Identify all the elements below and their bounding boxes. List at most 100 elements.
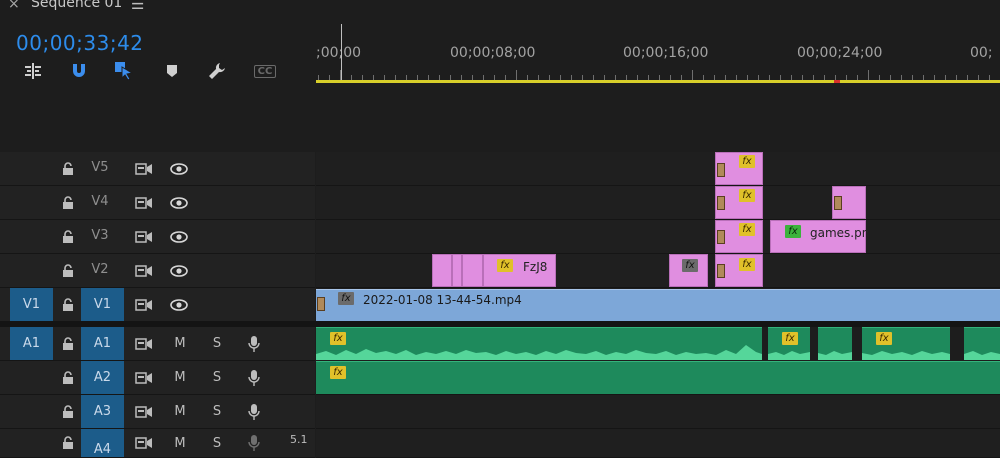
eye-icon[interactable]	[168, 288, 190, 321]
snap-magnet-icon[interactable]	[68, 60, 90, 82]
captions-cc-icon[interactable]: CC	[252, 60, 278, 82]
track-lane-a4[interactable]	[316, 429, 1000, 458]
track-header-v2: V2	[0, 254, 315, 288]
clip-thumbnail-icon	[834, 196, 842, 210]
sync-lock-icon[interactable]	[134, 288, 154, 321]
panel-menu-icon[interactable]: ☰	[131, 0, 144, 13]
fx-badge: fx	[682, 259, 698, 272]
audio-clip-a2[interactable]	[316, 361, 1000, 394]
fx-badge: fx	[739, 189, 755, 202]
track-lane-v3[interactable]	[316, 220, 1000, 254]
playhead-timecode[interactable]: 00;00;33;42	[16, 31, 144, 55]
captions-cc-label: CC	[253, 64, 277, 78]
voice-over-mic-icon[interactable]	[245, 327, 263, 360]
mute-button[interactable]: M	[172, 395, 188, 428]
track-name-a4[interactable]: A4	[81, 429, 124, 457]
sequence-tab-header	[0, 0, 1000, 22]
mute-button[interactable]: M	[172, 429, 188, 457]
solo-button[interactable]: S	[209, 395, 225, 428]
graphic-clip-v2-b[interactable]	[452, 254, 462, 287]
lock-icon[interactable]	[60, 395, 76, 428]
voice-over-mic-icon[interactable]	[245, 361, 263, 394]
track-header-a2: A2 M S	[0, 361, 315, 395]
fx-badge: fx	[739, 155, 755, 168]
track-name-v4[interactable]: V4	[79, 194, 121, 209]
clip-thumbnail-icon	[717, 163, 725, 177]
eye-icon[interactable]	[168, 186, 190, 219]
audio-waveform	[818, 351, 852, 360]
track-name-v1[interactable]: V1	[81, 288, 124, 321]
track-name-v2[interactable]: V2	[79, 262, 121, 277]
playhead[interactable]	[341, 24, 342, 81]
clip-title-games: games.pn	[810, 226, 870, 240]
sequence-tab-title[interactable]: Sequence 01	[31, 0, 122, 11]
work-area-bar[interactable]	[316, 80, 1000, 83]
clip-thumbnail-icon	[717, 230, 725, 244]
audio-clip-a1-3[interactable]	[818, 327, 852, 360]
clip-title-video: 2022-01-08 13-44-54.mp4	[363, 293, 522, 307]
track-header-spacer	[0, 86, 315, 152]
insert-edit-icon[interactable]	[22, 60, 44, 82]
ruler-label-0: ;00;00	[316, 45, 362, 61]
eye-icon[interactable]	[168, 220, 190, 253]
track-name-a2[interactable]: A2	[81, 361, 124, 394]
lock-icon[interactable]	[60, 361, 76, 394]
fx-badge: fx	[782, 332, 798, 345]
voice-over-mic-icon[interactable]	[245, 429, 263, 457]
eye-icon[interactable]	[168, 254, 190, 287]
sync-lock-icon[interactable]	[134, 152, 154, 185]
ruler-tick	[868, 70, 869, 80]
audio-waveform	[862, 351, 950, 360]
clip-thumbnail-icon	[717, 264, 725, 278]
close-tab-icon[interactable]: ×	[8, 0, 20, 12]
lock-icon[interactable]	[60, 327, 76, 360]
audio-clip-a1-1[interactable]	[316, 327, 762, 360]
mute-button[interactable]: M	[172, 361, 188, 394]
solo-button[interactable]: S	[209, 327, 225, 360]
track-name-v5[interactable]: V5	[79, 160, 121, 175]
fx-badge: fx	[338, 292, 354, 305]
sync-lock-icon[interactable]	[134, 254, 154, 287]
source-patch-v1[interactable]: V1	[10, 288, 53, 321]
mute-button[interactable]: M	[172, 327, 188, 360]
linked-selection-icon[interactable]	[113, 60, 135, 82]
lock-icon[interactable]	[60, 186, 76, 219]
track-name-v3[interactable]: V3	[79, 228, 121, 243]
sync-lock-icon[interactable]	[134, 327, 154, 360]
audio-waveform	[768, 351, 810, 360]
ruler-label-16s: 00;00;16;00	[623, 45, 709, 61]
graphic-clip-v2-c[interactable]	[462, 254, 483, 287]
sync-lock-icon[interactable]	[134, 395, 154, 428]
audio-clip-a1-5[interactable]	[964, 327, 1000, 360]
track-lane-v2[interactable]	[316, 254, 1000, 288]
solo-button[interactable]: S	[209, 429, 225, 457]
source-patch-a1[interactable]: A1	[10, 327, 53, 360]
solo-button[interactable]: S	[209, 361, 225, 394]
add-marker-icon[interactable]	[161, 60, 183, 82]
lock-icon[interactable]	[60, 254, 76, 287]
lock-icon[interactable]	[60, 429, 76, 457]
eye-icon[interactable]	[168, 152, 190, 185]
graphic-clip-v2-a[interactable]	[432, 254, 452, 287]
wrench-settings-icon[interactable]	[206, 60, 228, 82]
sync-lock-icon[interactable]	[134, 220, 154, 253]
track-lane-a3[interactable]	[316, 395, 1000, 429]
track-header-v1: V1 V1	[0, 288, 315, 322]
track-lane-v4[interactable]	[316, 186, 1000, 220]
ruler-label-32s: 00;	[970, 45, 993, 61]
audio-waveform	[316, 345, 762, 360]
fx-badge: fx	[330, 366, 346, 379]
fx-badge: fx	[739, 223, 755, 236]
lock-icon[interactable]	[60, 220, 76, 253]
sync-lock-icon[interactable]	[134, 186, 154, 219]
lock-icon[interactable]	[60, 152, 76, 185]
audio-waveform	[964, 351, 1000, 360]
sync-lock-icon[interactable]	[134, 361, 154, 394]
channel-format-label: 5.1	[290, 433, 308, 446]
track-name-a1[interactable]: A1	[81, 327, 124, 360]
track-lane-v5[interactable]	[316, 152, 1000, 186]
voice-over-mic-icon[interactable]	[245, 395, 263, 428]
lock-icon[interactable]	[60, 288, 76, 321]
sync-lock-icon[interactable]	[134, 429, 154, 457]
track-name-a3[interactable]: A3	[81, 395, 124, 428]
